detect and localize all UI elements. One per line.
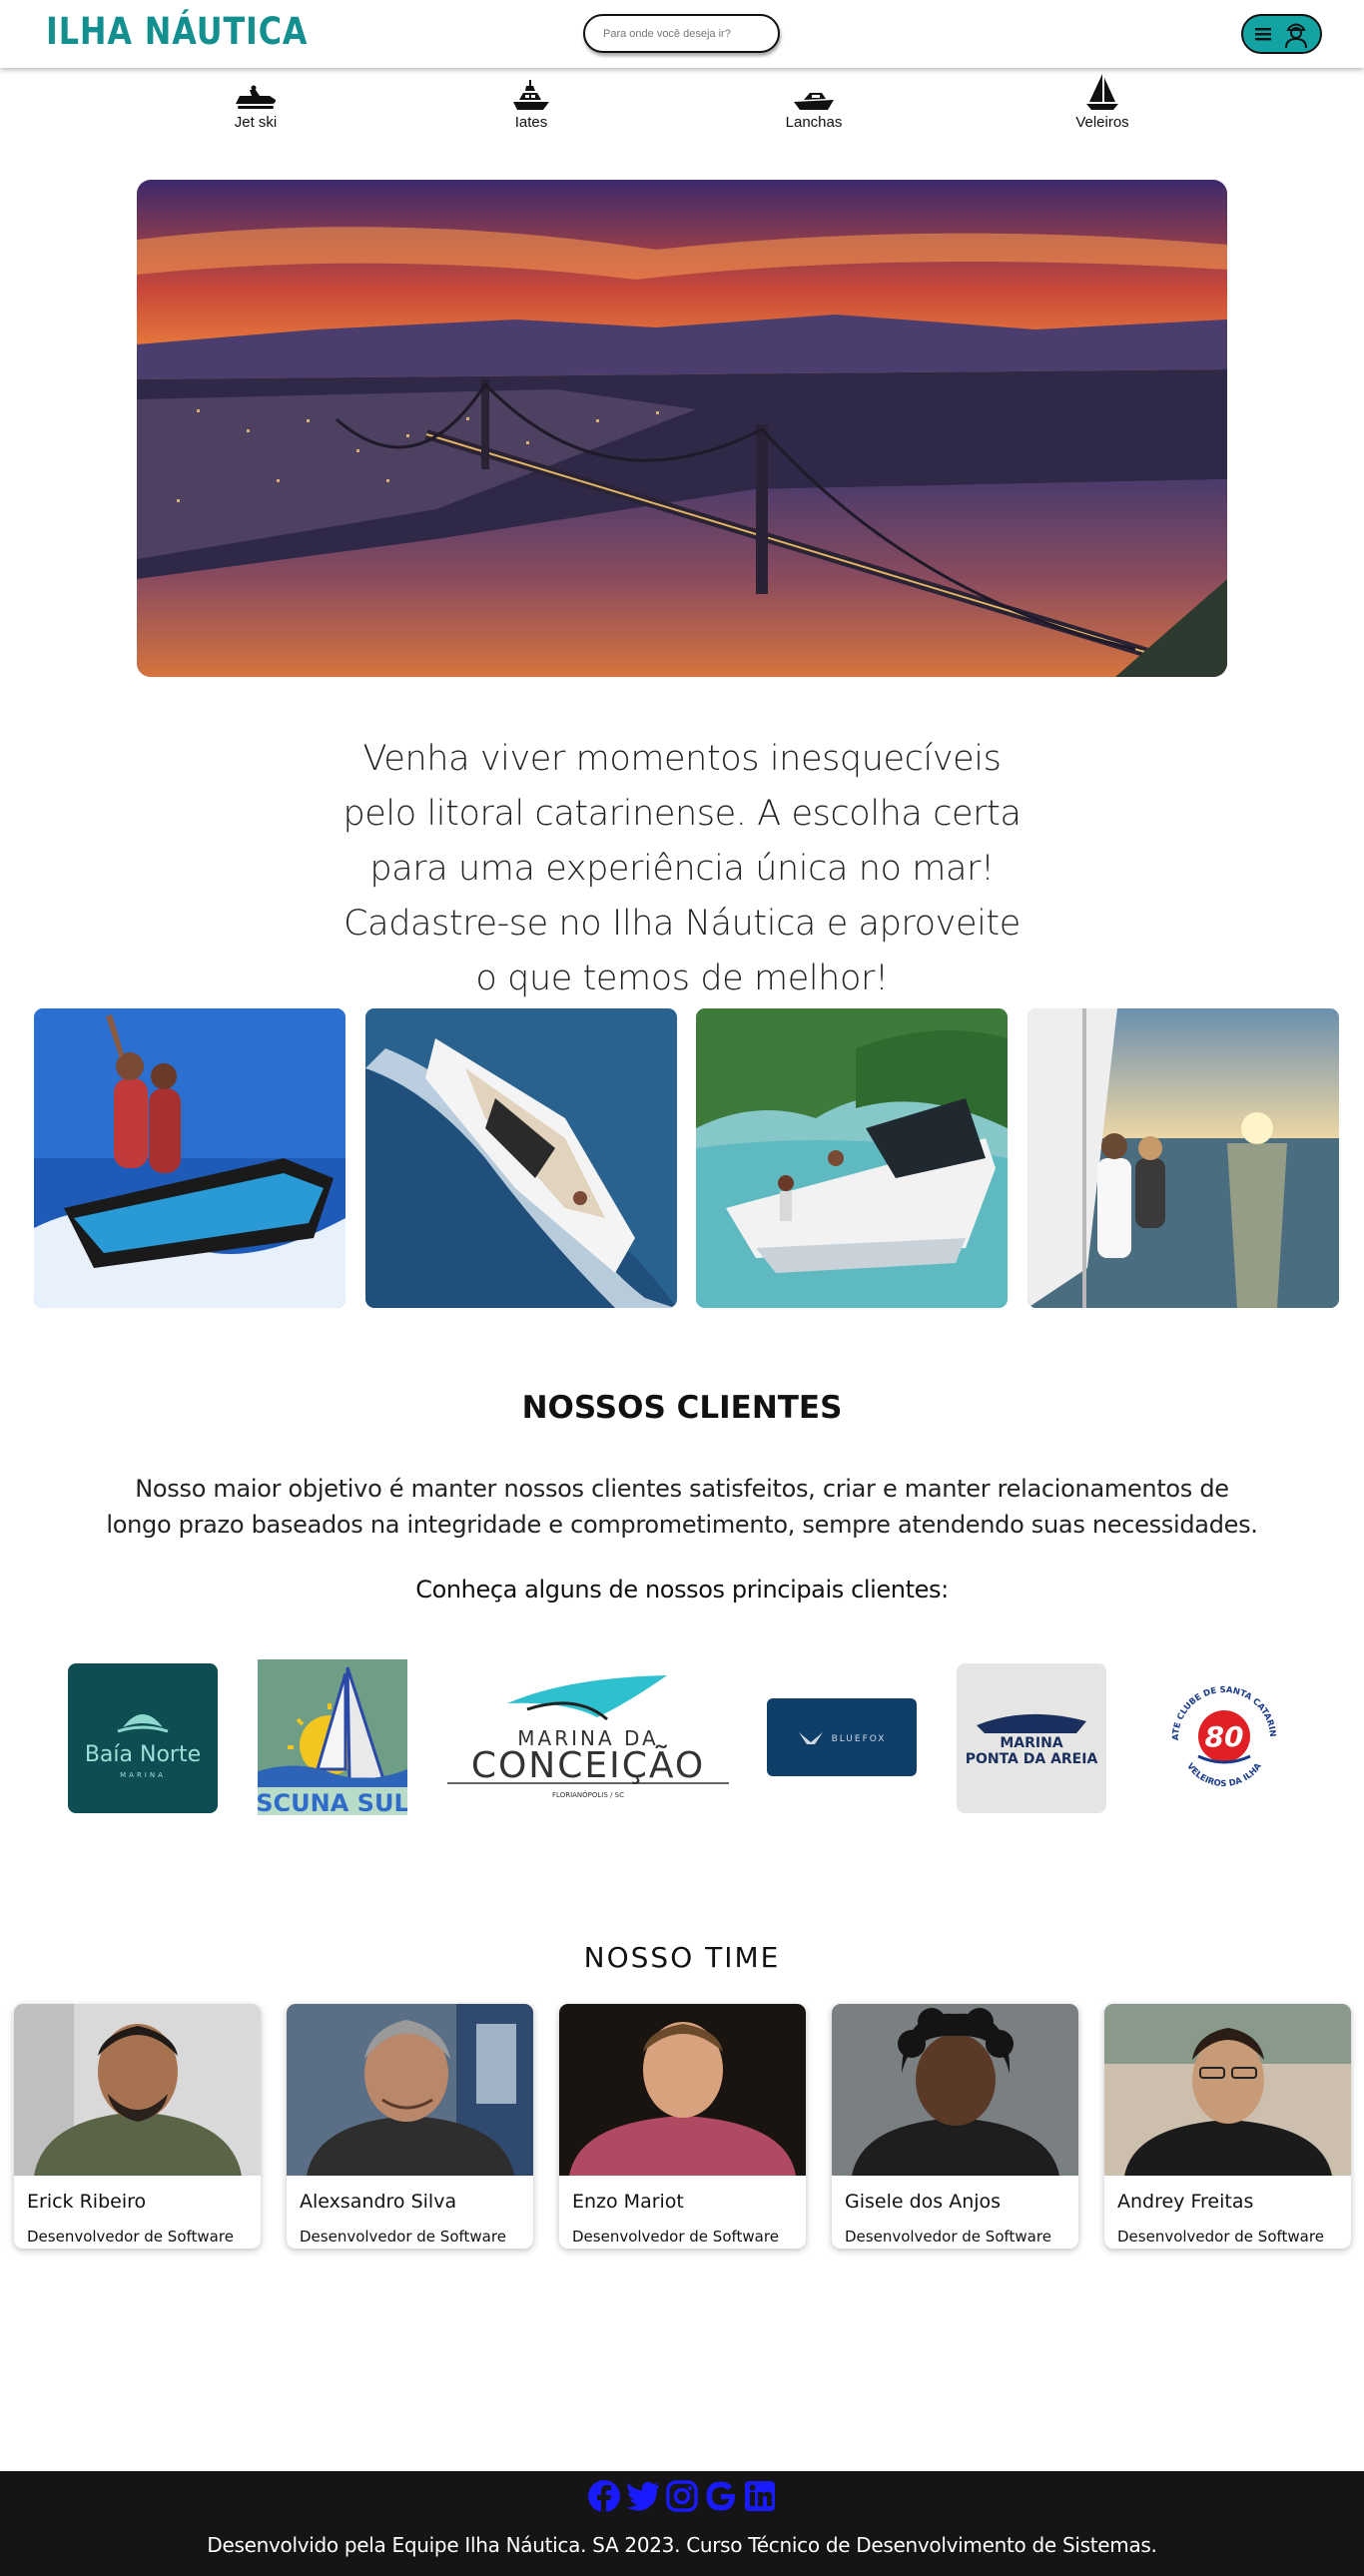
member-role: Desenvolvedor de Software: [845, 2228, 1051, 2246]
member-name: Gisele dos Anjos: [845, 2191, 1002, 2213]
member-photo: [287, 2004, 533, 2176]
team-member-card: Alexsandro Silva Desenvolvedor de Softwa…: [287, 2004, 533, 2249]
svg-text:MARINA: MARINA: [120, 1771, 166, 1779]
yacht-icon: [513, 80, 549, 110]
client-logo-baia-norte: Baía Norte MARINA: [68, 1663, 218, 1813]
jetski-icon: [236, 85, 276, 109]
svg-text:PONTA DA AREIA: PONTA DA AREIA: [966, 1751, 1098, 1767]
yacht-photo: [365, 1008, 677, 1308]
site-footer: Desenvolvido pela Equipe Ilha Náutica. S…: [0, 2471, 1364, 2576]
team-member-card: Erick Ribeiro Desenvolvedor de Software: [14, 2004, 261, 2249]
category-label: Iates: [514, 114, 548, 131]
member-photo: [832, 2004, 1078, 2176]
hamburger-icon: [1255, 28, 1271, 41]
clients-title: NOSSOS CLIENTES: [521, 1390, 843, 1426]
category-label: Lanchas: [785, 114, 843, 131]
team-member-card: Andrey Freitas Desenvolvedor de Software: [1104, 2004, 1351, 2249]
team-member-card: Gisele dos Anjos Desenvolvedor de Softwa…: [832, 2004, 1078, 2249]
team-title: NOSSO TIME: [583, 1941, 781, 1974]
instagram-icon[interactable]: [665, 2479, 699, 2513]
member-role: Desenvolvedor de Software: [572, 2228, 779, 2246]
social-links: [0, 2479, 1364, 2513]
member-role: Desenvolvedor de Software: [27, 2228, 234, 2246]
facebook-icon[interactable]: [587, 2479, 621, 2513]
member-photo: [14, 2004, 261, 2176]
user-menu-button[interactable]: [1241, 14, 1322, 54]
clients-subtitle: Conheça alguns de nossos principais clie…: [415, 1576, 949, 1604]
category-yachts[interactable]: Iates: [476, 68, 586, 131]
member-role: Desenvolvedor de Software: [300, 2228, 506, 2246]
team-member-card: Enzo Mariot Desenvolvedor de Software: [559, 2004, 806, 2249]
sailboat-photo: [1027, 1008, 1339, 1308]
member-name: Erick Ribeiro: [27, 2191, 147, 2213]
clients-description: Nosso maior objetivo é manter nossos cli…: [106, 1475, 1258, 1539]
category-sailboats[interactable]: Veleiros: [1047, 68, 1157, 131]
member-photo: [559, 2004, 806, 2176]
sailboat-icon: [1086, 74, 1118, 110]
svg-text:Baía Norte: Baía Norte: [85, 1742, 201, 1767]
svg-text:SCUNA SUL: SCUNA SUL: [258, 1789, 407, 1815]
svg-text:MARINA: MARINA: [1000, 1735, 1062, 1751]
site-logo[interactable]: ILHA NÁUTICA: [46, 10, 308, 53]
category-label: Jet ski: [234, 114, 278, 131]
svg-text:CONCEIÇÃO: CONCEIÇÃO: [471, 1744, 705, 1786]
member-name: Alexsandro Silva: [300, 2191, 457, 2213]
svg-text:FLORIANÓPOLIS / SC: FLORIANÓPOLIS / SC: [552, 1790, 624, 1799]
category-label: Veleiros: [1075, 114, 1129, 131]
footer-credits: Desenvolvido pela Equipe Ilha Náutica. S…: [207, 2533, 1157, 2557]
client-logo-ponta-da-areia: MARINA PONTA DA AREIA: [957, 1663, 1106, 1813]
hero-tagline: Venha viver momentos inesquecíveis pelo …: [342, 739, 1022, 998]
hero-image: [137, 180, 1227, 677]
speedboat-icon: [794, 93, 834, 110]
speedboat-photo: [696, 1008, 1008, 1308]
member-name: Enzo Mariot: [572, 2191, 684, 2213]
twitter-icon[interactable]: [626, 2479, 660, 2513]
category-nav: Jet ski Iates Lanchas Veleiros: [0, 68, 1364, 138]
member-photo: [1104, 2004, 1351, 2176]
search-input[interactable]: [583, 14, 780, 53]
client-logo-scuna-sul: SCUNA SUL: [258, 1659, 407, 1815]
member-name: Andrey Freitas: [1117, 2191, 1254, 2213]
client-logo-marina-conceicao: MARINA DA CONCEIÇÃO FLORIANÓPOLIS / SC: [447, 1673, 729, 1803]
client-logo-bluefox: BLUEFOX: [767, 1698, 917, 1776]
member-role: Desenvolvedor de Software: [1117, 2228, 1324, 2246]
jetski-photo: [34, 1008, 345, 1308]
user-icon: [1285, 23, 1307, 49]
svg-text:BLUEFOX: BLUEFOX: [832, 1734, 887, 1744]
svg-text:80: 80: [1205, 1720, 1244, 1753]
client-logo-iate-clube: IATE CLUBE DE SANTA CATARINA VELEIROS DA…: [1164, 1678, 1284, 1798]
google-icon[interactable]: [704, 2479, 738, 2513]
category-speedboats[interactable]: Lanchas: [759, 68, 869, 131]
site-header: ILHA NÁUTICA: [0, 0, 1364, 68]
category-jetski[interactable]: Jet ski: [201, 68, 311, 131]
linkedin-icon[interactable]: [743, 2479, 777, 2513]
